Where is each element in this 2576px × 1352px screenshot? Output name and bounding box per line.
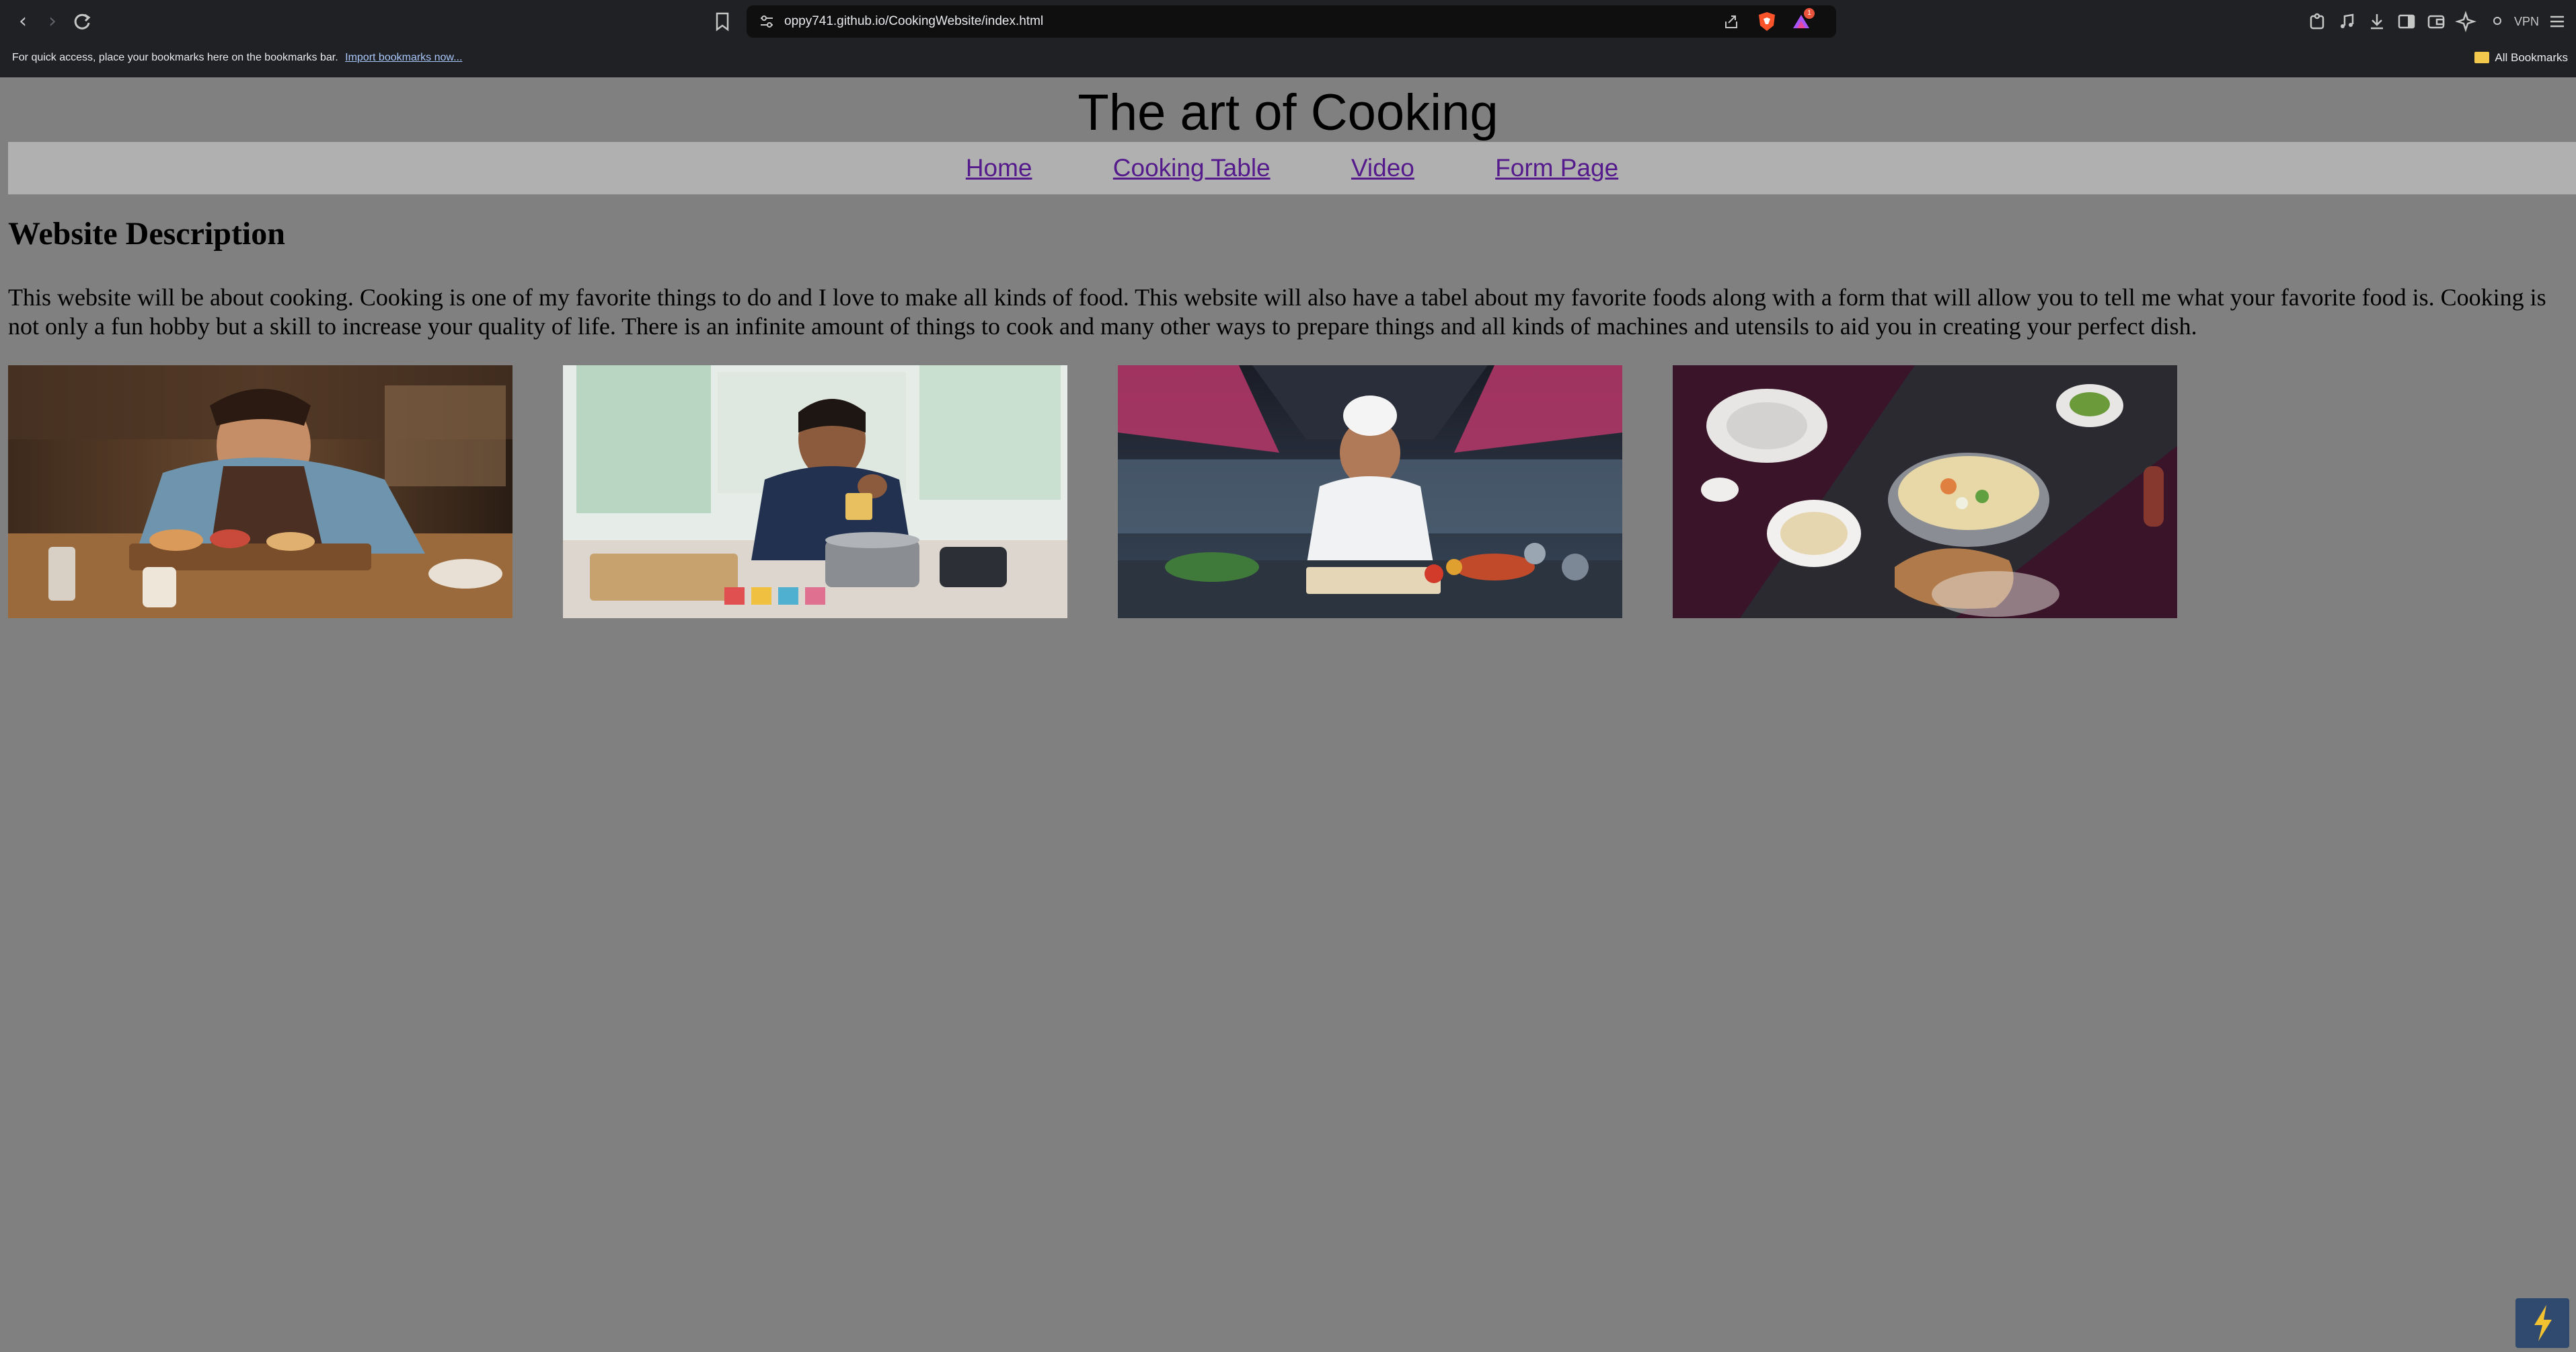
import-bookmarks-link[interactable]: Import bookmarks now... (345, 52, 462, 63)
section-heading: Website Description (8, 216, 285, 252)
rewards-badge: 1 (1804, 8, 1815, 19)
wallet-icon[interactable] (2425, 11, 2447, 32)
share-icon[interactable] (1722, 12, 1741, 31)
all-bookmarks-label: All Bookmarks (2495, 51, 2568, 64)
address-bar[interactable]: oppy741.github.io/CookingWebsite/index.h… (747, 5, 1836, 38)
bookmark-icon[interactable] (712, 9, 733, 34)
website-description: This website will be about cooking. Cook… (8, 284, 2546, 340)
nav-link-cooking-table[interactable]: Cooking Table (1113, 154, 1271, 182)
bookmarks-prompt: For quick access, place your bookmarks h… (12, 43, 462, 73)
back-icon[interactable]: ‹ (9, 8, 36, 35)
page-title: The art of Cooking (1077, 84, 1499, 141)
brave-shield-icon[interactable] (1757, 11, 1777, 32)
cooking-photo-2 (563, 365, 1067, 618)
web-page: The art of Cooking Home Cooking Table Vi… (0, 77, 2576, 1352)
bookmarks-bar: For quick access, place your bookmarks h… (0, 43, 2576, 77)
downloads-icon[interactable] (2366, 11, 2388, 32)
lightning-icon (2534, 1305, 2552, 1341)
nav-link-video[interactable]: Video (1351, 154, 1414, 182)
vpn-button[interactable]: VPN (2514, 0, 2539, 43)
browser-chrome: ‹ › oppy741.github.io/CookingWebsite/ind… (0, 0, 2576, 77)
vpn-status-icon[interactable] (2493, 16, 2502, 26)
extensions-icon[interactable] (2307, 11, 2328, 32)
cooking-photo-4 (1673, 365, 2177, 618)
sidebar-icon[interactable] (2396, 11, 2417, 32)
bookmarks-prompt-text: For quick access, place your bookmarks h… (12, 52, 338, 63)
nav-link-home[interactable]: Home (966, 154, 1032, 182)
reload-icon[interactable] (69, 8, 96, 35)
all-bookmarks-button[interactable]: All Bookmarks (2474, 43, 2568, 73)
cooking-photo-1 (8, 365, 513, 618)
browser-toolbar: ‹ › oppy741.github.io/CookingWebsite/ind… (0, 0, 2576, 43)
leo-ai-icon[interactable] (2455, 11, 2476, 32)
menu-icon[interactable] (2546, 11, 2568, 32)
site-settings-icon[interactable] (757, 12, 776, 31)
media-icon[interactable] (2337, 11, 2358, 32)
url-text[interactable]: oppy741.github.io/CookingWebsite/index.h… (784, 5, 1043, 38)
toolbar-extensions: VPN (2307, 0, 2576, 43)
photo-gallery (8, 365, 2228, 618)
nav-link-form-page[interactable]: Form Page (1495, 154, 1618, 182)
folder-icon (2474, 52, 2490, 63)
lightning-widget[interactable] (2515, 1298, 2569, 1348)
cooking-photo-3 (1118, 365, 1622, 618)
forward-icon[interactable]: › (39, 8, 66, 35)
site-navbar: Home Cooking Table Video Form Page (8, 142, 2576, 194)
